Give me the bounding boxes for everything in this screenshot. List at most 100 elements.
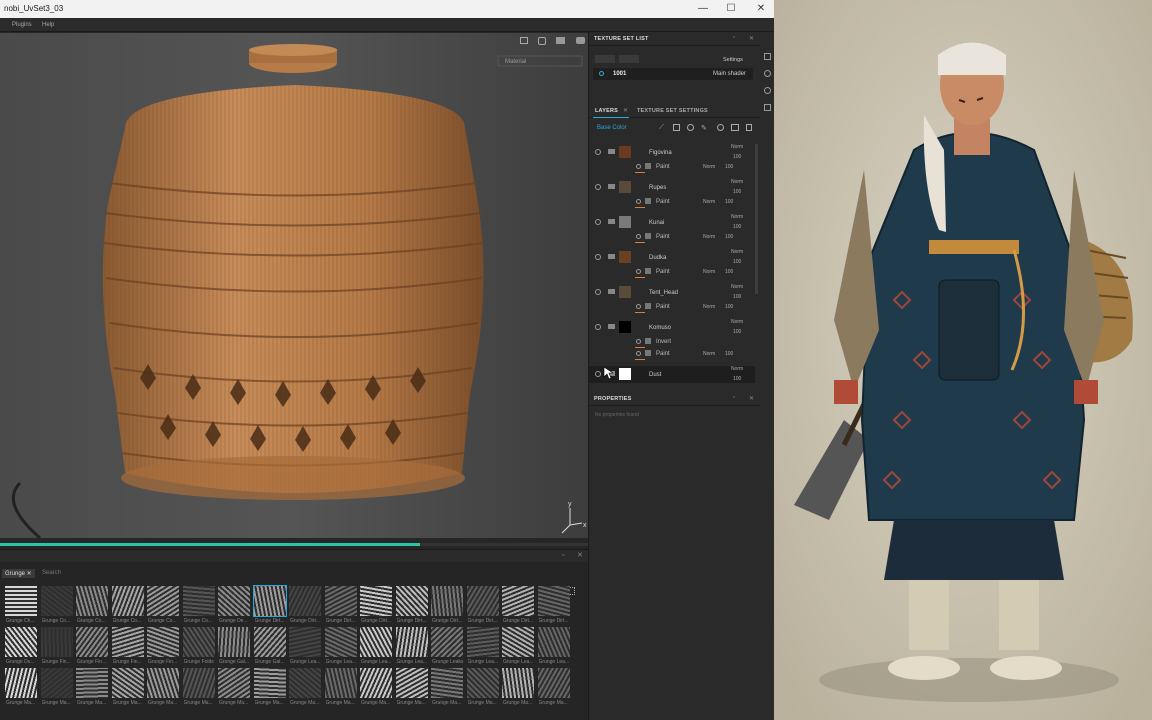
layer-scrollbar[interactable] <box>755 144 758 294</box>
texture-thumbnail[interactable]: Grunge Ch... <box>4 586 40 627</box>
texture-thumbnail[interactable]: Grunge Lea... <box>324 627 360 668</box>
texture-thumbnail[interactable]: Grunge Dirt... <box>359 586 395 627</box>
texture-thumbnail[interactable]: Grunge Fin... <box>146 627 182 668</box>
sublayer-name[interactable]: Paint <box>656 351 670 357</box>
sublayer-blend-mode[interactable]: Norm <box>703 269 715 275</box>
sublayer-row[interactable]: Paint Norm 100 <box>589 348 755 360</box>
texture-thumbnail[interactable]: Grunge Ma... <box>501 668 537 709</box>
sublayer-row[interactable]: Paint Norm 100 <box>589 231 755 243</box>
menu-plugins[interactable]: Plugins <box>12 22 32 28</box>
texture-thumbnail[interactable]: Grunge Ma... <box>4 668 40 709</box>
sublayer-name[interactable]: Invert <box>656 339 671 345</box>
texture-thumbnail[interactable]: Grunge Co... <box>75 586 111 627</box>
layer-opacity[interactable]: 100 <box>733 294 741 300</box>
sublayer-opacity[interactable]: 100 <box>725 304 733 310</box>
video-icon[interactable] <box>556 37 565 44</box>
layer-opacity[interactable]: 100 <box>733 154 741 160</box>
texture-thumbnail[interactable]: Grunge Ma... <box>217 668 253 709</box>
layer-visibility-icon[interactable] <box>595 324 601 330</box>
tab-texture-set-settings[interactable]: TEXTURE SET SETTINGS <box>637 108 708 114</box>
add-fill-icon[interactable] <box>687 124 694 131</box>
texture-thumbnail[interactable]: Grunge Ma... <box>182 668 218 709</box>
texture-thumbnail[interactable]: Grunge Ma... <box>359 668 395 709</box>
layer-name[interactable]: Rupes <box>649 185 666 191</box>
add-effect-icon[interactable]: ⟋ <box>659 124 664 132</box>
display-settings-icon[interactable] <box>764 70 771 77</box>
layer-row[interactable]: Rupes Norm 100 <box>589 179 755 196</box>
camera-icon[interactable] <box>520 37 528 44</box>
texture-thumbnail[interactable]: Grunge Du... <box>4 627 40 668</box>
menu-help[interactable]: Help <box>42 22 54 28</box>
texture-thumbnail[interactable]: Grunge Co... <box>182 586 218 627</box>
sublayer-blend-mode[interactable]: Norm <box>703 304 715 310</box>
tsl-button-b[interactable] <box>619 55 639 63</box>
texture-thumbnail[interactable]: Grunge Gal... <box>253 627 289 668</box>
sublayer-blend-mode[interactable]: Norm <box>703 199 715 205</box>
layer-row[interactable]: Dust Norm 100 <box>589 366 755 383</box>
add-folder-icon[interactable] <box>731 124 739 131</box>
texture-thumbnail[interactable]: Grunge Leaks <box>430 627 466 668</box>
texture-set-row[interactable]: 1001 Main shader <box>593 68 753 80</box>
texture-thumbnail[interactable]: Grunge De... <box>217 586 253 627</box>
tab-layers-close-icon[interactable]: ✕ <box>623 107 628 114</box>
sublayer-visibility-icon[interactable] <box>636 351 641 356</box>
screenshot-icon[interactable] <box>576 37 585 44</box>
texture-thumbnail[interactable]: Grunge Co... <box>111 586 147 627</box>
tsl-button-a[interactable] <box>595 55 615 63</box>
viewport-mode-label[interactable]: Material <box>505 59 526 65</box>
texture-thumbnail[interactable]: Grunge Dirt... <box>430 586 466 627</box>
layer-visibility-icon[interactable] <box>595 371 601 377</box>
texture-thumbnail[interactable]: Grunge Lea... <box>501 627 537 668</box>
smart-material-icon[interactable] <box>717 124 724 131</box>
texture-thumbnail[interactable]: Grunge Dirt... <box>537 586 573 627</box>
layer-name[interactable]: Dudka <box>649 255 666 261</box>
texture-thumbnail[interactable]: Grunge Co... <box>40 586 76 627</box>
texture-thumbnail[interactable]: Grunge Lea... <box>359 627 395 668</box>
texture-thumbnail[interactable]: Grunge Dirt... <box>252 585 289 627</box>
layer-row[interactable]: Dudka Norm 100 <box>589 249 755 266</box>
panel-undock-icon[interactable]: ▫ <box>733 35 735 41</box>
layer-row[interactable]: Komuso Norm 100 <box>589 319 755 336</box>
texture-thumbnail[interactable]: Grunge Ma... <box>111 668 147 709</box>
texture-thumbnail[interactable]: Grunge Ma... <box>146 668 182 709</box>
layer-row[interactable]: Tent_Head Norm 100 <box>589 284 755 301</box>
texture-thumbnail[interactable]: Grunge Dirt... <box>288 586 324 627</box>
texture-thumbnail[interactable]: Grunge Lea... <box>537 627 573 668</box>
sublayer-blend-mode[interactable]: Norm <box>703 351 715 357</box>
sublayer-visibility-icon[interactable] <box>636 199 641 204</box>
texture-thumbnail[interactable]: Grunge Ma... <box>466 668 502 709</box>
sublayer-visibility-icon[interactable] <box>636 269 641 274</box>
texture-thumbnail[interactable]: Grunge Lea... <box>395 627 431 668</box>
layer-blend-mode[interactable]: Norm <box>731 144 743 150</box>
add-mask-icon[interactable] <box>673 124 680 131</box>
layer-blend-mode[interactable]: Norm <box>731 284 743 290</box>
texture-thumbnail[interactable]: Grunge Ma... <box>430 668 466 709</box>
texture-thumbnail[interactable]: Grunge Fin... <box>111 627 147 668</box>
layer-visibility-icon[interactable] <box>595 149 601 155</box>
close-button[interactable]: ✕ <box>754 2 768 16</box>
texture-thumbnail[interactable]: Grunge Dirt... <box>501 586 537 627</box>
layer-opacity[interactable]: 100 <box>733 224 741 230</box>
sublayer-opacity[interactable]: 100 <box>725 164 733 170</box>
layer-visibility-icon[interactable] <box>595 184 601 190</box>
texture-thumbnail[interactable]: Grunge Ma... <box>253 668 289 709</box>
layer-visibility-icon[interactable] <box>595 219 601 225</box>
sublayer-name[interactable]: Paint <box>656 269 670 275</box>
layer-name[interactable]: Kunai <box>649 220 664 226</box>
texture-thumbnail[interactable]: Grunge Dirt... <box>466 586 502 627</box>
layer-name[interactable]: Dust <box>649 372 661 378</box>
layer-opacity[interactable]: 100 <box>733 189 741 195</box>
properties-undock-icon[interactable]: ▫ <box>733 395 735 401</box>
tab-layers[interactable]: LAYERS <box>595 108 618 114</box>
shelf-close-icon[interactable]: ✕ <box>577 551 583 559</box>
sublayer-visibility-icon[interactable] <box>636 234 641 239</box>
texture-thumbnail[interactable]: Grunge Ma... <box>324 668 360 709</box>
3d-viewport[interactable]: Material y x <box>0 33 588 538</box>
texture-thumbnail[interactable]: Grunge Ma... <box>395 668 431 709</box>
shader-dropdown[interactable]: Main shader <box>713 71 746 77</box>
texture-set-settings-dropdown[interactable]: Settings <box>723 57 743 63</box>
layer-visibility-icon[interactable] <box>595 254 601 260</box>
minimize-button[interactable]: — <box>696 2 710 16</box>
log-icon[interactable] <box>764 104 771 111</box>
layer-blend-mode[interactable]: Norm <box>731 249 743 255</box>
